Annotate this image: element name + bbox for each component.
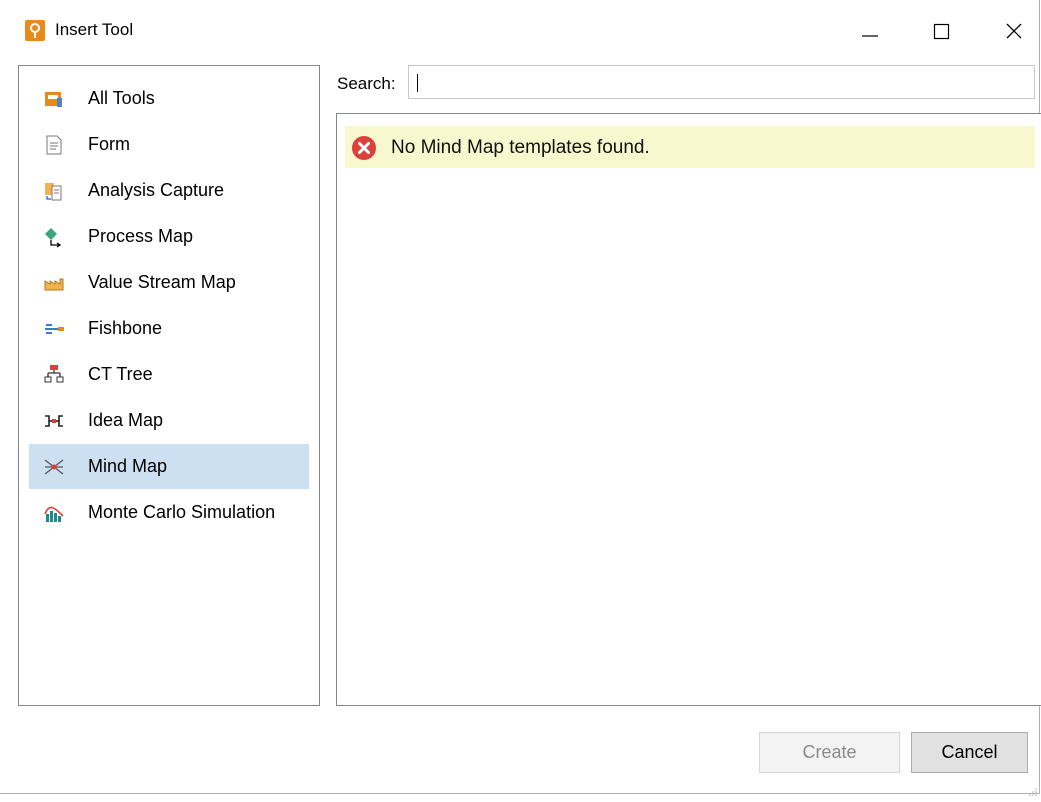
sidebar-item-label: Form [88,134,130,154]
sidebar-item-process-map[interactable]: Process Map [29,214,309,259]
sidebar-item-label: Fishbone [88,318,163,338]
analysis-capture-icon [43,180,65,202]
sidebar-item-ct-tree[interactable]: CT Tree [29,352,309,397]
minimize-icon [862,35,878,37]
search-input[interactable] [408,65,1035,99]
search-label: Search: [337,74,396,93]
template-list-panel: No Mind Map templates found. [336,113,1041,706]
sidebar-item-label: Monte Carlo Simulation [88,502,276,522]
app-icon [25,20,45,41]
sidebar-item-label: Idea Map [88,410,164,430]
error-icon [351,135,377,166]
sidebar-item-all-tools[interactable]: All Tools [29,76,309,121]
title-bar: Insert Tool [0,0,1040,62]
fishbone-icon [43,318,65,340]
cancel-button[interactable]: Cancel [911,732,1028,773]
sidebar-item-monte-carlo-simulation[interactable]: Monte Carlo Simulation [29,490,309,535]
close-button[interactable] [991,8,1037,52]
sidebar-item-fishbone[interactable]: Fishbone [29,306,309,351]
sidebar-item-label: All Tools [88,88,155,108]
process-map-icon [43,226,65,248]
message-text: No Mind Map templates found. [391,137,650,158]
tool-category-list: All Tools Form Analysis Capture Process … [18,65,320,706]
sidebar-item-form[interactable]: Form [29,122,309,167]
sidebar-item-analysis-capture[interactable]: Analysis Capture [29,168,309,213]
create-button[interactable]: Create [759,732,900,773]
idea-map-icon [43,410,65,432]
value-stream-map-icon [43,272,65,294]
insert-tool-dialog: Insert Tool All Tools Form Analysis Capt… [0,0,1041,796]
window-title: Insert Tool [55,20,134,39]
minimize-button[interactable] [846,8,892,52]
mind-map-icon [43,456,65,478]
sidebar-item-label: Mind Map [88,456,168,476]
close-icon [1006,23,1022,39]
maximize-button[interactable] [918,8,964,52]
sidebar-item-label: Process Map [88,226,194,246]
sidebar-item-value-stream-map[interactable]: Value Stream Map [29,260,309,305]
form-icon [43,134,65,156]
sidebar-item-label: Analysis Capture [88,180,225,200]
resize-grip-icon[interactable] [1028,782,1038,802]
sidebar-item-label: CT Tree [88,364,153,384]
sidebar-item-label: Value Stream Map [88,272,236,292]
text-caret [417,74,418,92]
sidebar-item-mind-map[interactable]: Mind Map [29,444,309,489]
ct-tree-icon [43,364,65,386]
monte-carlo-icon [43,502,65,524]
no-templates-message: No Mind Map templates found. [345,126,1035,168]
all-tools-icon [43,88,65,110]
maximize-icon [933,23,950,40]
sidebar-item-idea-map[interactable]: Idea Map [29,398,309,443]
